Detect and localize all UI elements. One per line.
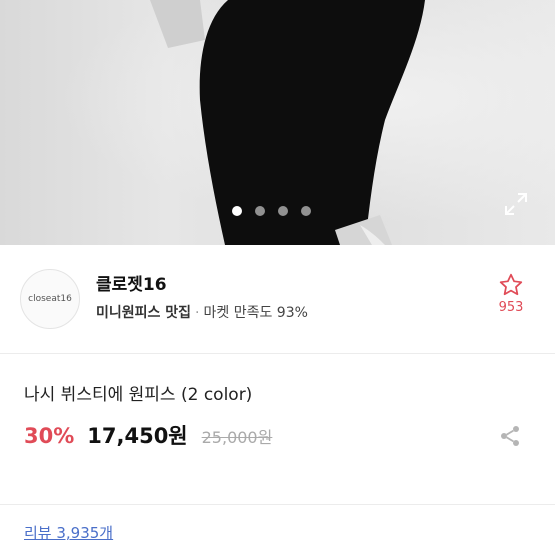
carousel-dot[interactable]	[255, 206, 265, 216]
shop-logo[interactable]: closeat16	[20, 269, 80, 329]
carousel-dot[interactable]	[301, 206, 311, 216]
carousel-indicators[interactable]	[232, 206, 311, 216]
share-icon[interactable]	[498, 424, 522, 448]
sale-price: 17,450원	[87, 424, 188, 448]
expand-arrows-icon[interactable]	[503, 191, 529, 217]
carousel-dot[interactable]	[278, 206, 288, 216]
shop-name[interactable]: 클로젯16	[96, 270, 167, 295]
product-info: 나시 뷔스티에 원피스 (2 color) 30% 17,450원 25,000…	[0, 354, 555, 505]
original-price: 25,000원	[201, 428, 273, 447]
shop-meta: 미니원피스 맛집 · 마켓 만족도 93%	[96, 302, 308, 322]
shop-tagline: 미니원피스 맛집	[96, 305, 192, 321]
meta-separator: ·	[195, 305, 200, 321]
favorite-count: 953	[498, 300, 524, 315]
reviews-link[interactable]: 리뷰 3,935개	[24, 522, 113, 543]
shop-logo-text: closeat16	[28, 294, 72, 304]
star-outline-icon	[499, 273, 523, 296]
discount-rate: 30%	[24, 424, 75, 448]
product-image[interactable]	[0, 0, 555, 245]
product-title: 나시 뷔스티에 원피스 (2 color)	[24, 385, 253, 405]
favorite-button[interactable]: 953	[490, 272, 532, 315]
shop-satisfaction: 마켓 만족도 93%	[203, 305, 308, 321]
carousel-dot[interactable]	[232, 206, 242, 216]
shop-info: closeat16 클로젯16 미니원피스 맛집 · 마켓 만족도 93% 953	[0, 245, 555, 354]
price-row: 30% 17,450원 25,000원	[24, 420, 272, 450]
